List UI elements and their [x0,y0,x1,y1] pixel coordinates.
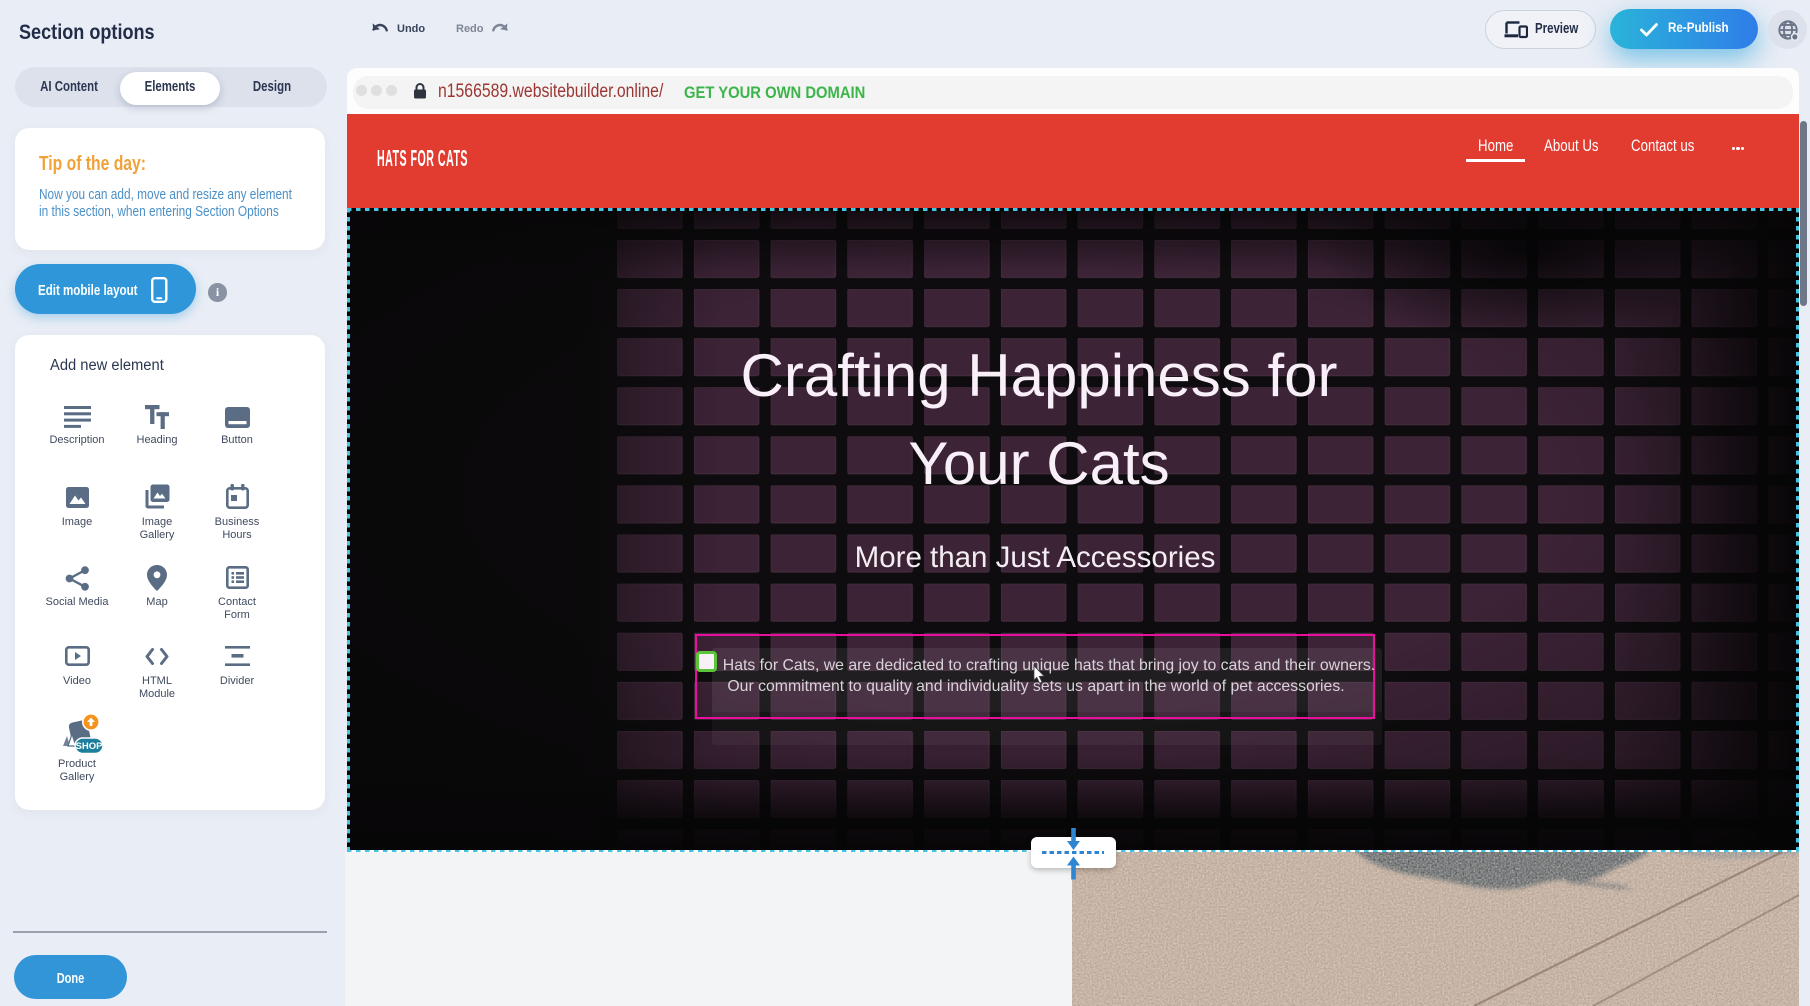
svg-text:SHOP: SHOP [76,741,104,752]
